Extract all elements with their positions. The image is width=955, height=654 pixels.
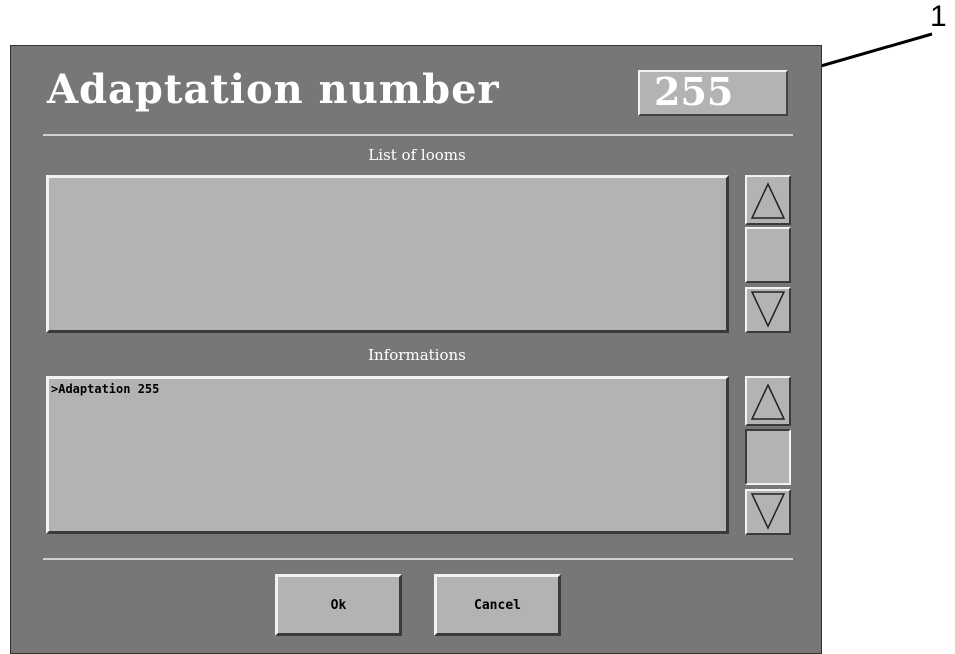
ok-button[interactable]: Ok xyxy=(275,574,402,636)
triangle-down-icon xyxy=(750,493,786,530)
looms-scroll-up-button[interactable] xyxy=(745,175,791,225)
informations-list[interactable]: >Adaptation 255 xyxy=(46,376,729,534)
divider-top xyxy=(43,134,793,136)
divider-bottom xyxy=(43,558,793,560)
looms-section-label: List of looms xyxy=(368,146,466,164)
information-line: >Adaptation 255 xyxy=(51,382,160,396)
triangle-up-icon xyxy=(750,383,786,420)
looms-scroll-thumb[interactable] xyxy=(745,227,791,283)
informations-section-label: Informations xyxy=(368,346,466,364)
informations-scroll-down-button[interactable] xyxy=(745,489,791,535)
looms-list[interactable] xyxy=(46,175,729,333)
looms-scroll-down-button[interactable] xyxy=(745,287,791,333)
triangle-down-icon xyxy=(750,291,786,328)
dialog-title: Adaptation number xyxy=(47,66,500,113)
informations-scroll-thumb[interactable] xyxy=(745,429,791,485)
informations-scroll-up-button[interactable] xyxy=(745,376,791,426)
adaptation-number-field[interactable]: 255 xyxy=(638,70,788,116)
triangle-up-icon xyxy=(750,182,786,219)
cancel-button[interactable]: Cancel xyxy=(434,574,561,636)
adaptation-dialog: Adaptation number 255 List of looms Info… xyxy=(10,45,822,654)
